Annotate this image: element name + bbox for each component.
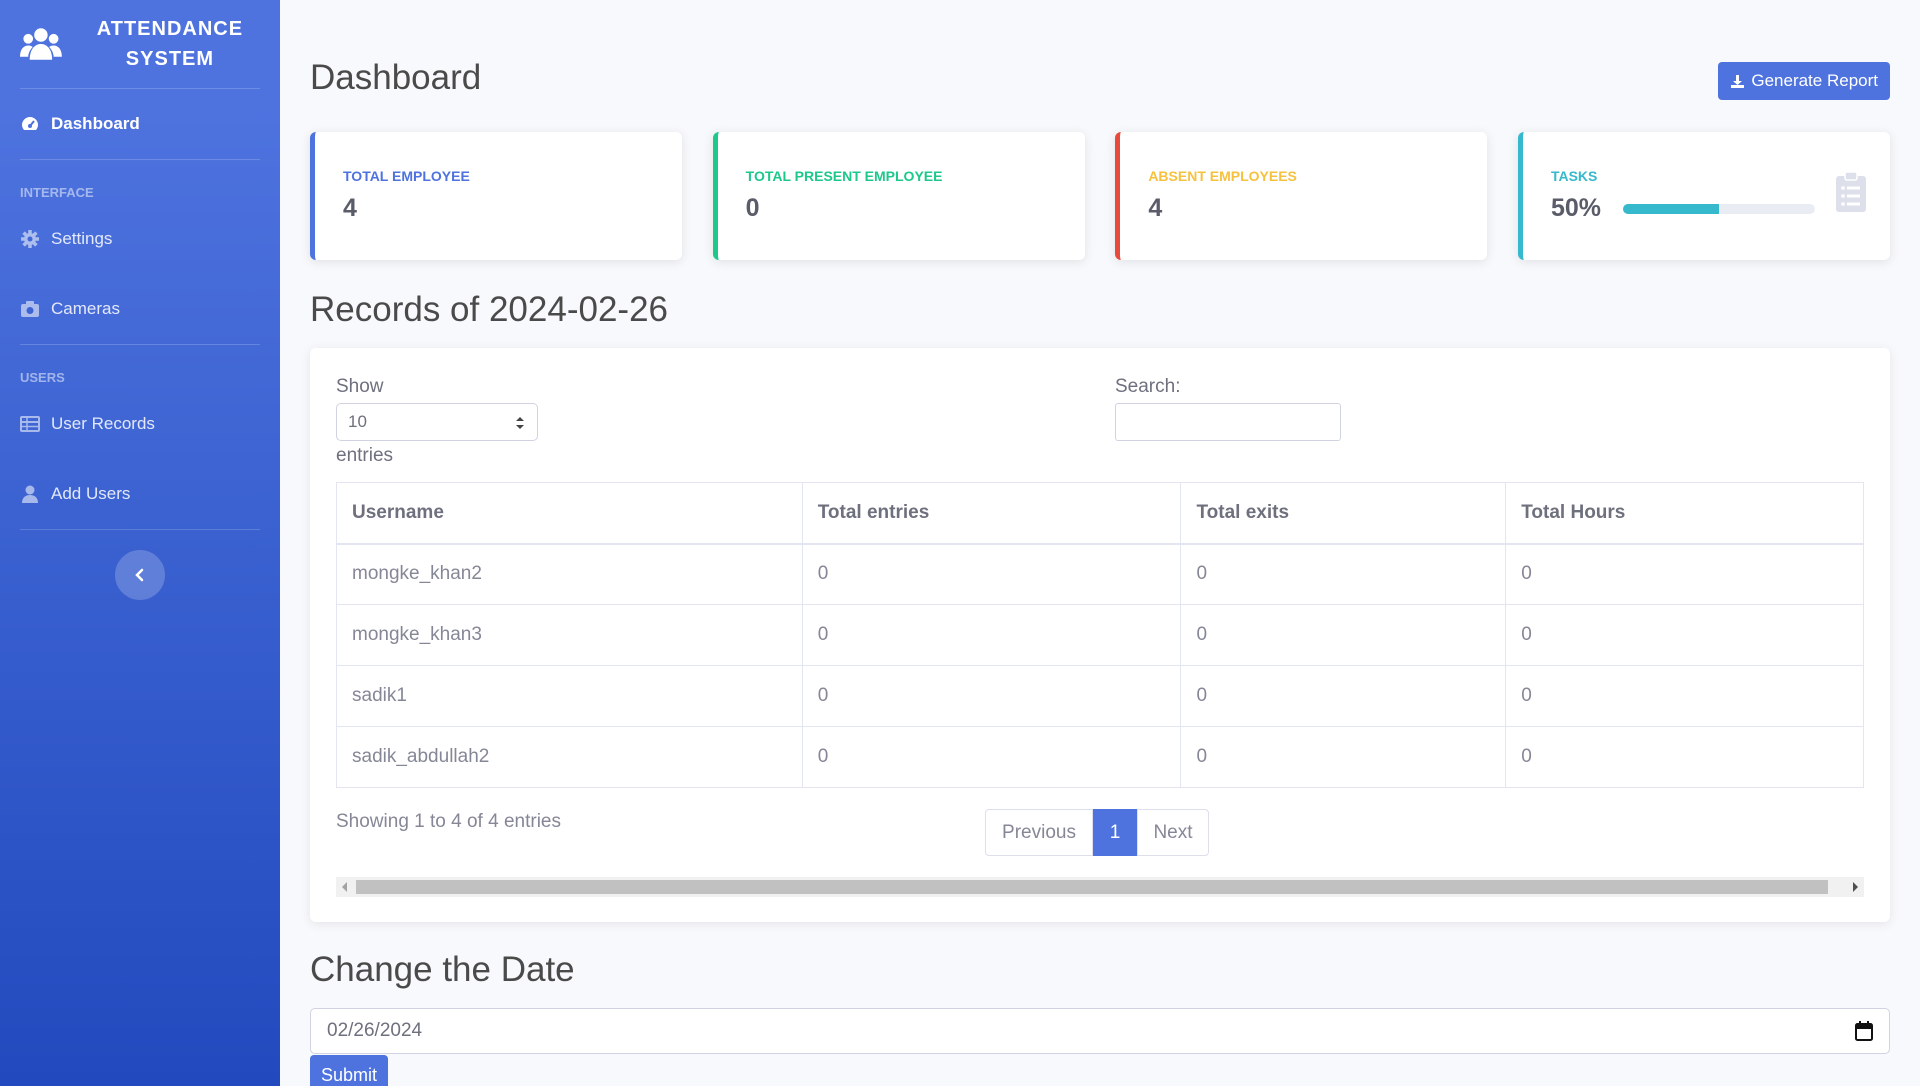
cell-total-entries: 0 (801, 726, 1182, 788)
chevron-left-icon (135, 568, 144, 582)
sidebar-item-label: User Records (51, 414, 155, 433)
cell-total-hours: 0 (1505, 726, 1864, 788)
tasks-progress-bar (1623, 203, 1816, 214)
entries-label: entries (336, 445, 394, 466)
cell-total-exits: 0 (1180, 543, 1507, 605)
sidebar-toggle-button[interactable] (115, 550, 165, 600)
sidebar-item-label: Settings (51, 229, 113, 248)
page-header: Dashboard Generate Report (310, 0, 1890, 132)
generate-report-button[interactable]: Generate Report (1718, 62, 1890, 100)
sort-arrows-icon (516, 417, 524, 429)
cell-total-entries: 0 (801, 604, 1182, 666)
camera-icon (21, 301, 39, 317)
cell-total-hours: 0 (1505, 604, 1864, 666)
records-panel: Show 10 entries Search: Username Total e… (310, 348, 1890, 922)
submit-button[interactable]: Submit (310, 1055, 388, 1086)
users-icon (20, 28, 62, 60)
card-value: 4 (1148, 194, 1163, 222)
sidebar-brand[interactable]: ATTENDANCE SYSTEM (0, 0, 280, 88)
sidebar-item-label: Cameras (51, 299, 120, 318)
page-size-value: 10 (348, 412, 367, 431)
scrollbar-thumb[interactable] (356, 880, 1828, 894)
show-label: Show (336, 376, 384, 397)
cell-total-hours: 0 (1505, 543, 1864, 605)
sidebar-item-label: Add Users (51, 484, 131, 503)
card-label: ABSENT EMPLOYEES (1148, 168, 1297, 184)
main-content: Dashboard Generate Report TOTAL EMPLOYEE… (310, 0, 1890, 1086)
next-page-button[interactable]: Next (1137, 809, 1209, 856)
cell-total-entries: 0 (801, 665, 1182, 727)
table-header-row: Username Total entries Total exits Total… (336, 482, 1864, 545)
cell-username: mongke_khan3 (336, 604, 803, 666)
gear-icon (21, 230, 39, 248)
user-icon (22, 485, 38, 503)
table-row: sadik_abdullah2 0 0 0 (336, 726, 1864, 788)
column-header-username[interactable]: Username (336, 482, 803, 545)
cell-total-exits: 0 (1180, 604, 1507, 666)
page-size-select[interactable]: 10 (336, 403, 538, 441)
search-input[interactable] (1115, 403, 1341, 441)
scroll-right-arrow-icon[interactable] (1853, 882, 1858, 892)
tasks-progress-fill (1623, 203, 1720, 214)
column-header-total-hours[interactable]: Total Hours (1505, 482, 1864, 545)
card-label: TOTAL PRESENT EMPLOYEE (745, 168, 943, 184)
search-label: Search: (1115, 376, 1181, 397)
column-header-total-exits[interactable]: Total exits (1180, 482, 1507, 545)
previous-page-button[interactable]: Previous (985, 809, 1093, 856)
generate-report-label: Generate Report (1751, 71, 1878, 90)
cell-total-entries: 0 (801, 543, 1182, 605)
total-employee-card: TOTAL EMPLOYEE 4 (310, 132, 682, 260)
absent-employees-card: ABSENT EMPLOYEES 4 (1115, 132, 1488, 260)
sidebar-heading-interface: INTERFACE (20, 185, 94, 200)
sidebar-item-label: Dashboard (51, 114, 140, 133)
clipboard-list-icon (1835, 172, 1866, 212)
cell-total-exits: 0 (1180, 726, 1507, 788)
table-row: mongke_khan3 0 0 0 (336, 604, 1864, 666)
records-table: Username Total entries Total exits Total… (336, 482, 1864, 788)
date-value: 02/26/2024 (327, 1020, 423, 1041)
cell-username: mongke_khan2 (336, 543, 803, 605)
sidebar-divider (20, 529, 260, 530)
table-info: Showing 1 to 4 of 4 entries (336, 811, 561, 832)
records-title: Records of 2024-02-26 (310, 290, 668, 329)
sidebar-item-user-records[interactable]: User Records (0, 389, 280, 459)
card-value: 50% (1550, 194, 1602, 222)
total-present-card: TOTAL PRESENT EMPLOYEE 0 (712, 132, 1085, 260)
date-input[interactable]: 02/26/2024 (310, 1008, 1890, 1054)
calendar-icon[interactable] (1855, 1021, 1873, 1041)
card-label: TOTAL EMPLOYEE (343, 168, 470, 184)
cell-total-hours: 0 (1505, 665, 1864, 727)
cell-username: sadik_abdullah2 (336, 726, 803, 788)
card-value: 4 (343, 194, 357, 222)
change-date-title: Change the Date (310, 950, 575, 989)
card-value: 0 (745, 194, 760, 222)
tasks-card: TASKS 50% (1517, 132, 1890, 260)
cell-username: sadik1 (336, 665, 803, 727)
sidebar-item-settings[interactable]: Settings (0, 204, 280, 274)
download-icon (1731, 74, 1745, 88)
column-header-total-entries[interactable]: Total entries (801, 482, 1182, 545)
page-title: Dashboard (310, 58, 482, 97)
table-row: sadik1 0 0 0 (336, 665, 1864, 727)
tachometer-icon (22, 117, 38, 130)
pagination: Previous 1 Next (985, 809, 1209, 856)
table-icon (20, 416, 40, 432)
sidebar: ATTENDANCE SYSTEM Dashboard INTERFACE Se… (0, 0, 280, 1086)
horizontal-scrollbar[interactable] (336, 877, 1864, 897)
sidebar-item-add-users[interactable]: Add Users (0, 459, 280, 529)
sidebar-item-cameras[interactable]: Cameras (0, 274, 280, 344)
cell-total-exits: 0 (1180, 665, 1507, 727)
brand-title: ATTENDANCE SYSTEM (96, 18, 244, 70)
scroll-left-arrow-icon[interactable] (342, 882, 347, 892)
sidebar-item-dashboard[interactable]: Dashboard (0, 89, 280, 159)
sidebar-heading-users: USERS (20, 370, 65, 385)
table-row: mongke_khan2 0 0 0 (336, 543, 1864, 605)
page-1-button[interactable]: 1 (1093, 809, 1137, 856)
stat-cards: TOTAL EMPLOYEE 4 TOTAL PRESENT EMPLOYEE … (310, 132, 1890, 260)
